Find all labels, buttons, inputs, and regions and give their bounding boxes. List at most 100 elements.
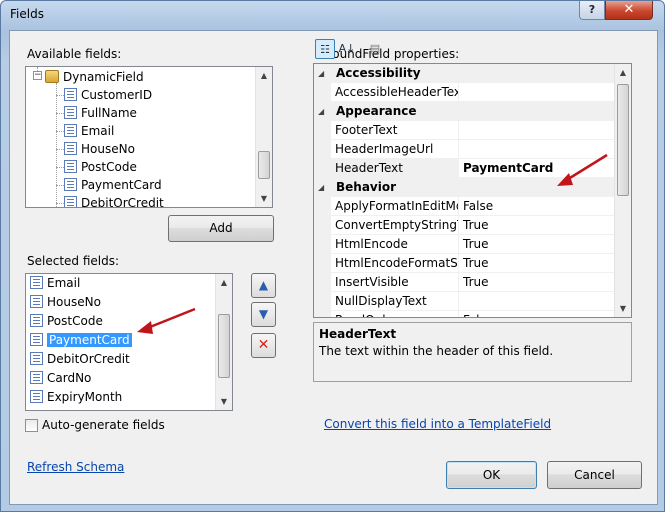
property-row-gutter <box>314 216 331 235</box>
auto-generate-label[interactable]: Auto-generate fields <box>42 418 165 432</box>
selected-field-item[interactable]: Email <box>30 275 80 293</box>
property-name[interactable]: AccessibleHeaderText <box>331 83 459 102</box>
title-bar[interactable]: Fields ? ✕ <box>1 1 664 29</box>
property-row-gutter <box>314 83 331 102</box>
property-row[interactable]: HeaderImageUrl <box>314 140 615 159</box>
property-row[interactable]: ConvertEmptyStringToNullTrue <box>314 216 615 235</box>
cancel-button[interactable]: Cancel <box>547 461 642 489</box>
help-button[interactable]: ? <box>579 1 605 20</box>
fields-dialog: Fields ? ✕ Available fields: − DynamicFi… <box>0 0 665 512</box>
property-value[interactable]: True <box>459 273 615 292</box>
property-category[interactable]: ◢ Appearance <box>314 102 615 121</box>
refresh-schema-link[interactable]: Refresh Schema <box>27 460 124 474</box>
property-grid[interactable]: ◢ Accessibility AccessibleHeaderText ◢ Appea… <box>313 63 632 318</box>
collapse-toggle[interactable]: − <box>33 71 42 80</box>
ok-button[interactable]: OK <box>446 461 537 489</box>
property-value[interactable]: True <box>459 254 615 273</box>
scroll-thumb[interactable] <box>617 84 629 196</box>
available-field-item[interactable]: FullName <box>64 104 137 122</box>
property-row[interactable]: AccessibleHeaderText <box>314 83 615 102</box>
property-pages-icon[interactable]: ▤ <box>365 39 385 59</box>
available-field-item[interactable]: Email <box>64 122 114 140</box>
scroll-thumb[interactable] <box>218 314 230 378</box>
available-field-item[interactable]: HouseNo <box>64 140 135 158</box>
property-value[interactable] <box>459 292 615 311</box>
tree-connector <box>56 113 64 114</box>
property-value[interactable] <box>459 121 615 140</box>
selected-field-item[interactable]: ExpiryMonth <box>30 389 122 407</box>
property-name[interactable]: InsertVisible <box>331 273 459 292</box>
selected-field-item[interactable]: CardNo <box>30 370 91 388</box>
collapse-triangle-icon[interactable]: ◢ <box>318 178 324 197</box>
selected-field-item[interactable]: PostCode <box>30 313 103 331</box>
selected-fields-scrollbar[interactable]: ▲ ▼ <box>215 274 232 410</box>
property-row[interactable]: FooterText <box>314 121 615 140</box>
property-name[interactable]: ReadOnly <box>331 311 459 317</box>
scroll-up-arrow[interactable]: ▲ <box>216 274 232 291</box>
property-value[interactable] <box>459 83 615 102</box>
selected-field-item[interactable]: PaymentCard <box>30 332 132 350</box>
selected-field-label: ExpiryMonth <box>47 390 123 404</box>
property-value[interactable]: True <box>459 235 615 254</box>
property-category-label: Accessibility <box>336 66 421 80</box>
collapse-triangle-icon[interactable]: ◢ <box>318 102 324 121</box>
tree-root-dynamicfield[interactable]: DynamicField <box>45 68 144 86</box>
available-field-item[interactable]: DebitOrCredit <box>64 194 164 207</box>
property-row[interactable]: ReadOnlyFalse <box>314 311 615 317</box>
property-value[interactable] <box>459 140 615 159</box>
description-text: The text within the header of this field… <box>319 344 554 358</box>
property-name[interactable]: ApplyFormatInEditMode <box>331 197 459 216</box>
property-name[interactable]: HeaderText <box>331 159 459 178</box>
property-category[interactable]: ◢ Accessibility <box>314 64 615 83</box>
property-row[interactable]: ApplyFormatInEditModeFalse <box>314 197 615 216</box>
property-row[interactable]: HtmlEncode True <box>314 235 615 254</box>
property-name[interactable]: HtmlEncode <box>331 235 459 254</box>
collapse-triangle-icon[interactable]: ◢ <box>318 64 324 83</box>
property-row[interactable]: HeaderText PaymentCard <box>314 159 615 178</box>
selected-fields-list[interactable]: Email HouseNo PostCode PaymentCard DebitOrCr… <box>25 273 233 411</box>
property-value[interactable]: False <box>459 311 615 317</box>
convert-to-templatefield-link[interactable]: Convert this field into a TemplateField <box>324 417 551 431</box>
property-row[interactable]: HtmlEncodeFormatStringTrue <box>314 254 615 273</box>
scroll-down-arrow[interactable]: ▼ <box>615 300 631 317</box>
add-button[interactable]: Add <box>168 215 274 242</box>
property-value[interactable]: True <box>459 216 615 235</box>
available-fields-tree[interactable]: − DynamicField CustomerID FullName Email Ho… <box>25 66 273 208</box>
scroll-thumb[interactable] <box>258 151 270 179</box>
delete-field-button[interactable]: ✕ <box>251 333 276 358</box>
available-field-item[interactable]: PostCode <box>64 158 137 176</box>
property-grid-scrollbar[interactable]: ▲ ▼ <box>614 64 631 317</box>
move-down-button[interactable]: ▼ <box>251 302 276 327</box>
categorized-view-icon[interactable]: ☷ <box>315 39 335 59</box>
scroll-up-arrow[interactable]: ▲ <box>256 67 272 84</box>
property-value[interactable]: PaymentCard <box>459 159 615 178</box>
field-icon <box>30 333 43 346</box>
scroll-down-arrow[interactable]: ▼ <box>256 190 272 207</box>
property-row-gutter <box>314 197 331 216</box>
close-button[interactable]: ✕ <box>605 1 653 20</box>
auto-generate-checkbox[interactable] <box>25 419 38 432</box>
available-field-item[interactable]: CustomerID <box>64 86 152 104</box>
property-name[interactable]: FooterText <box>331 121 459 140</box>
scroll-down-arrow[interactable]: ▼ <box>216 393 232 410</box>
property-name[interactable]: HeaderImageUrl <box>331 140 459 159</box>
alphabetical-sort-icon[interactable]: A↓ <box>337 39 357 59</box>
property-row[interactable]: NullDisplayText <box>314 292 615 311</box>
selected-field-label: DebitOrCredit <box>47 352 130 366</box>
selected-field-item[interactable]: HouseNo <box>30 294 101 312</box>
property-row[interactable]: InsertVisible True <box>314 273 615 292</box>
property-name[interactable]: ConvertEmptyStringToNull <box>331 216 459 235</box>
property-name[interactable]: NullDisplayText <box>331 292 459 311</box>
available-field-label: FullName <box>81 106 137 120</box>
selected-field-item[interactable]: DebitOrCredit <box>30 351 130 369</box>
field-icon <box>30 371 43 384</box>
scroll-up-arrow[interactable]: ▲ <box>615 64 631 81</box>
property-name[interactable]: HtmlEncodeFormatString <box>331 254 459 273</box>
available-fields-scrollbar[interactable]: ▲ ▼ <box>255 67 272 207</box>
property-row-gutter <box>314 254 331 273</box>
move-up-button[interactable]: ▲ <box>251 273 276 298</box>
available-field-item[interactable]: PaymentCard <box>64 176 162 194</box>
tree-connector <box>56 149 64 150</box>
property-value[interactable]: False <box>459 197 615 216</box>
property-category[interactable]: ◢ Behavior <box>314 178 615 197</box>
